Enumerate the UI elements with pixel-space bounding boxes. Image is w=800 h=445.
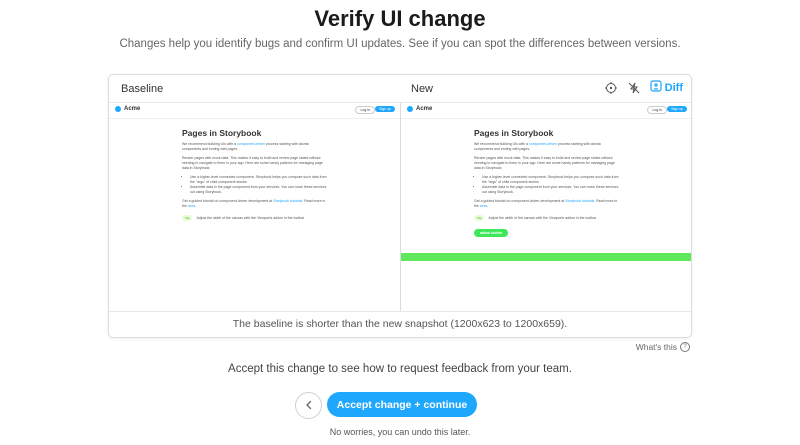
snapshot-list: Use a higher-level connected component. …	[182, 175, 327, 195]
snapshot-panes: Acme Log in Sign up Pages in Storybook W…	[109, 102, 691, 312]
comparison-header: Baseline New Diff	[109, 75, 691, 102]
login-button: Log in	[647, 106, 667, 114]
snapshot-navbar: Acme Log in Sign up	[109, 103, 399, 119]
snapshot-tip: Tip Adjust the width of the canvas with …	[182, 215, 327, 221]
snapshot-paragraph: We recommend building UIs with a compone…	[182, 142, 310, 151]
list-item: Assemble data in the page component from…	[190, 185, 327, 195]
snapshot-list: Use a higher-level connected component. …	[474, 175, 619, 195]
accept-change-button[interactable]: Accept change + continue	[327, 392, 477, 417]
snapshot-tip: Tip Adjust the width of the canvas with …	[474, 215, 619, 221]
tip-text: Adjust the width of the canvas with the …	[196, 216, 305, 220]
tip-badge: Tip	[474, 215, 485, 221]
tip-badge: Tip	[182, 215, 193, 221]
strobe-off-icon[interactable]	[627, 81, 641, 95]
back-button[interactable]	[295, 392, 322, 419]
comparison-toolbar: Diff	[604, 80, 683, 95]
diff-icon	[650, 80, 662, 95]
snapshot-navbar: Acme Log in Sign up	[401, 103, 691, 119]
snapshot-paragraph: Render pages with mock data. This makes …	[182, 156, 323, 170]
chevron-left-icon	[304, 399, 314, 413]
undo-note: No worries, you can undo this later.	[329, 427, 471, 437]
whats-this-label: What's this	[635, 342, 677, 352]
acme-logo: Acme	[407, 106, 432, 112]
diff-toggle-button[interactable]: Diff	[650, 80, 683, 95]
added-button-diff: added button	[474, 229, 509, 237]
acme-logo: Acme	[115, 106, 140, 112]
help-icon: ?	[680, 342, 690, 352]
signup-button: Sign up	[667, 106, 687, 112]
focus-target-icon[interactable]	[604, 81, 618, 95]
snapshot-content: Pages in Storybook We recommend building…	[474, 123, 619, 239]
tip-text: Adjust the width of the canvas with the …	[488, 216, 597, 220]
new-snapshot[interactable]: Acme Log in Sign up Pages in Storybook W…	[400, 103, 691, 311]
snapshot-paragraph: We recommend building UIs with a compone…	[474, 142, 602, 151]
diff-label: Diff	[664, 81, 683, 94]
snapshot-heading: Pages in Storybook	[474, 128, 554, 138]
snapshot-comparison: Baseline New Diff Acme Log in Sign up Pa…	[108, 74, 692, 338]
signup-button: Sign up	[375, 106, 395, 112]
accept-prompt: Accept this change to see how to request…	[228, 363, 572, 375]
diff-highlight-strip	[401, 253, 691, 261]
snapshot-paragraph: Get a guided tutorial on component-drive…	[182, 199, 326, 208]
list-item: Use a higher-level connected component. …	[482, 175, 619, 185]
snapshot-content: Pages in Storybook We recommend building…	[182, 123, 327, 221]
baseline-snapshot[interactable]: Acme Log in Sign up Pages in Storybook W…	[109, 103, 399, 311]
snapshot-heading: Pages in Storybook	[182, 128, 262, 138]
page-subtitle: Changes help you identify bugs and confi…	[119, 38, 681, 50]
whats-this-link[interactable]: What's this ?	[636, 342, 690, 352]
snapshot-paragraph: Get a guided tutorial on component-drive…	[474, 199, 618, 208]
list-item: Assemble data in the page component from…	[482, 185, 619, 195]
size-change-note: The baseline is shorter than the new sna…	[232, 318, 568, 330]
list-item: Use a higher-level connected component. …	[190, 175, 327, 185]
login-button: Log in	[355, 106, 375, 114]
page-title: Verify UI change	[314, 6, 486, 31]
baseline-label: Baseline	[121, 83, 164, 95]
snapshot-paragraph: Render pages with mock data. This makes …	[474, 156, 615, 170]
new-label: New	[411, 83, 434, 95]
